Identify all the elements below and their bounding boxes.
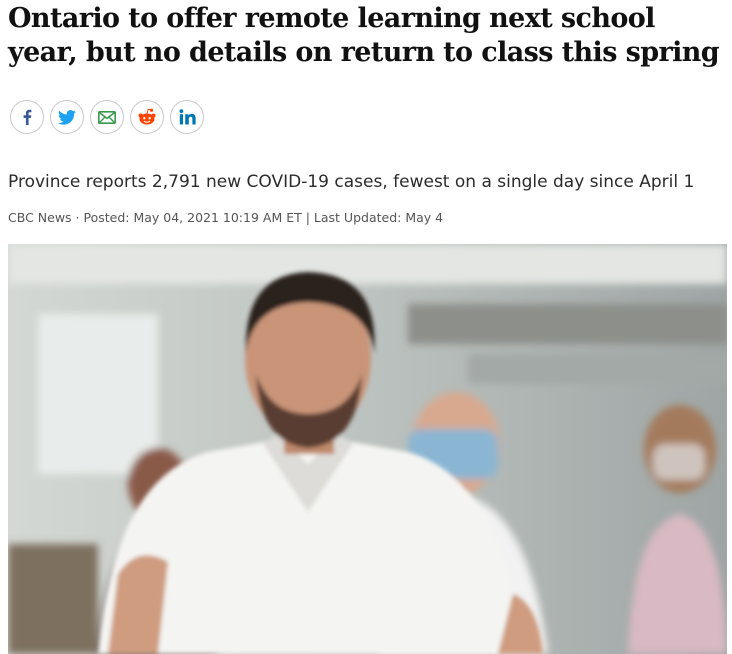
share-linkedin-button[interactable] bbox=[170, 100, 204, 134]
share-twitter-button[interactable] bbox=[50, 100, 84, 134]
article-headline: Ontario to offer remote learning next sc… bbox=[8, 3, 720, 68]
reddit-icon bbox=[138, 108, 156, 125]
byline-posted: Posted: May 04, 2021 10:19 AM ET bbox=[83, 210, 302, 225]
share-facebook-button[interactable] bbox=[10, 100, 44, 134]
byline-updated: Last Updated: May 4 bbox=[313, 210, 444, 225]
linkedin-icon bbox=[179, 109, 196, 125]
email-icon bbox=[98, 110, 116, 124]
byline-source: CBC News bbox=[8, 210, 72, 225]
article-deck: Province reports 2,791 new COVID-19 case… bbox=[8, 172, 695, 192]
byline-separator: · bbox=[71, 210, 84, 225]
article-photo bbox=[8, 244, 727, 654]
share-reddit-button[interactable] bbox=[130, 100, 164, 134]
share-bar bbox=[10, 100, 204, 134]
byline-divider: | bbox=[301, 210, 314, 225]
twitter-icon bbox=[58, 109, 76, 125]
facebook-icon bbox=[23, 109, 32, 125]
share-email-button[interactable] bbox=[90, 100, 124, 134]
article-byline: CBC News · Posted: May 04, 2021 10:19 AM… bbox=[8, 209, 728, 227]
